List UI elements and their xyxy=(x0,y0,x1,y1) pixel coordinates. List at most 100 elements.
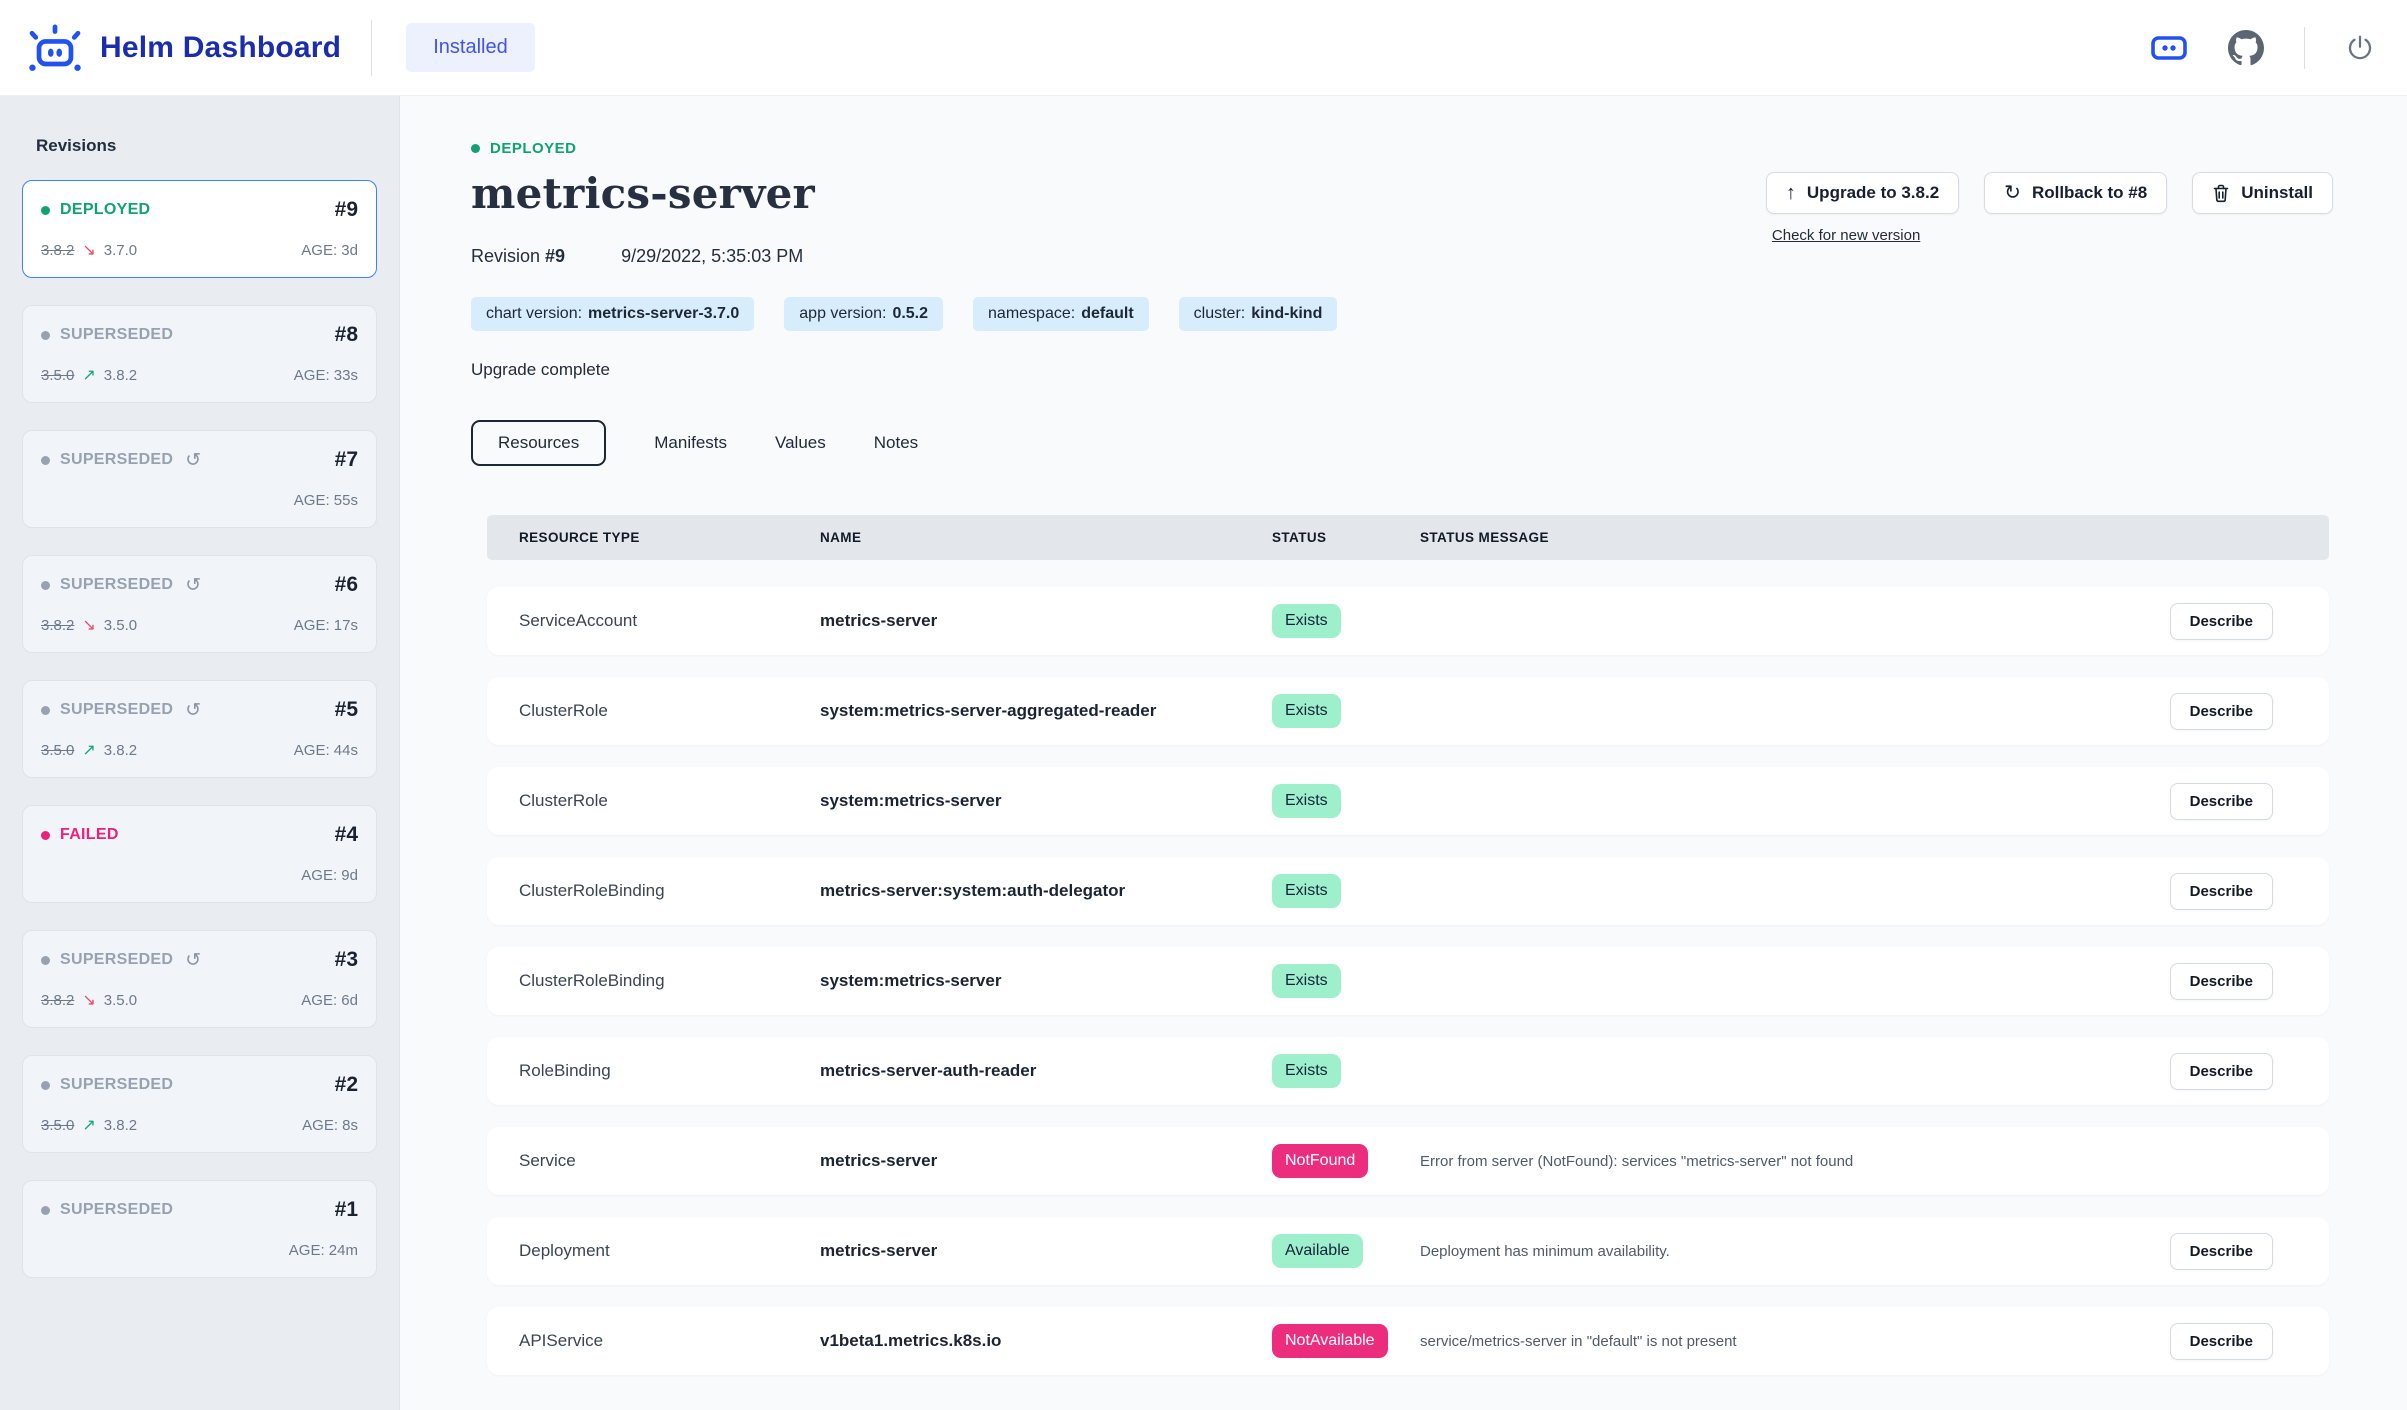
revision-label: Revision #9 xyxy=(471,246,565,267)
chip-value: kind-kind xyxy=(1251,305,1322,322)
old-version: 3.8.2 xyxy=(41,617,74,634)
revision-card-3[interactable]: SUPERSEDED↺#33.8.2↘3.5.0AGE: 6d xyxy=(22,930,377,1028)
revision-card-9[interactable]: DEPLOYED#93.8.2↘3.7.0AGE: 3d xyxy=(22,180,377,278)
revision-age: AGE: 33s xyxy=(294,367,358,384)
upgrade-arrow-icon: ↗ xyxy=(82,1115,95,1135)
describe-button[interactable]: Describe xyxy=(2170,693,2273,730)
status-badge: Exists xyxy=(1272,784,1341,817)
revision-status-label: SUPERSEDED xyxy=(60,326,173,344)
status-cell: Exists xyxy=(1272,604,1420,637)
revision-number: #4 xyxy=(335,823,358,847)
revision-status: FAILED xyxy=(41,826,119,844)
column-header-resource-type: RESOURCE TYPE xyxy=(519,530,820,545)
revision-status-label: DEPLOYED xyxy=(60,201,150,219)
revision-status-label: SUPERSEDED xyxy=(60,951,173,969)
helm-dashboard-robot-logo-icon xyxy=(24,20,86,76)
describe-button[interactable]: Describe xyxy=(2170,1323,2273,1360)
trash-icon xyxy=(2212,183,2230,203)
revisions-list: DEPLOYED#93.8.2↘3.7.0AGE: 3dSUPERSEDED#8… xyxy=(22,180,377,1278)
release-actions: ↑ Upgrade to 3.8.2 ↻ Rollback to #8 Unin… xyxy=(1766,172,2333,244)
resource-name-cell: system:metrics-server xyxy=(820,791,1272,811)
status-cell: Exists xyxy=(1272,1054,1420,1087)
upgrade-button[interactable]: ↑ Upgrade to 3.8.2 xyxy=(1766,172,1959,214)
revision-status-label: FAILED xyxy=(60,826,119,844)
keyboard-shortcuts-icon[interactable] xyxy=(2150,32,2188,64)
revision-card-6[interactable]: SUPERSEDED↺#63.8.2↘3.5.0AGE: 17s xyxy=(22,555,377,653)
describe-button[interactable]: Describe xyxy=(2170,963,2273,1000)
revision-number: #8 xyxy=(335,323,358,347)
new-version: 3.8.2 xyxy=(104,742,137,759)
resource-name-cell: metrics-server:system:auth-delegator xyxy=(820,881,1272,901)
resource-name-cell: system:metrics-server-aggregated-reader xyxy=(820,701,1272,721)
tab-manifests[interactable]: Manifests xyxy=(654,420,727,466)
revision-card-7[interactable]: SUPERSEDED↺#7AGE: 55s xyxy=(22,430,377,528)
meta-chip-namespace: namespace:default xyxy=(973,297,1149,331)
column-header-status-message: STATUS MESSAGE xyxy=(1420,530,2133,545)
status-badge: Available xyxy=(1272,1234,1363,1267)
revision-age: AGE: 9d xyxy=(301,867,358,884)
describe-button[interactable]: Describe xyxy=(2170,783,2273,820)
revision-age: AGE: 44s xyxy=(294,742,358,759)
column-header-name: NAME xyxy=(820,530,1272,545)
revision-card-2[interactable]: SUPERSEDED#23.5.0↗3.8.2AGE: 8s xyxy=(22,1055,377,1153)
revision-status-label: SUPERSEDED xyxy=(60,451,173,469)
status-message-cell: Deployment has minimum availability. xyxy=(1420,1243,2133,1260)
status-badge: Exists xyxy=(1272,964,1341,997)
check-for-new-version-link[interactable]: Check for new version xyxy=(1772,227,1920,244)
describe-button[interactable]: Describe xyxy=(2170,873,2273,910)
version-change: 3.5.0↗3.8.2 xyxy=(41,365,137,385)
revision-status-label: SUPERSEDED xyxy=(60,701,173,719)
reload-icon: ↺ xyxy=(185,574,201,597)
revision-status-dot xyxy=(41,1081,50,1090)
revision-status-dot xyxy=(41,706,50,715)
nav-tab-installed[interactable]: Installed xyxy=(406,23,535,72)
resource-name-cell: metrics-server xyxy=(820,1151,1272,1171)
revision-age: AGE: 17s xyxy=(294,617,358,634)
describe-button[interactable]: Describe xyxy=(2170,1053,2273,1090)
app-title: Helm Dashboard xyxy=(100,31,341,65)
revision-status: SUPERSEDED↺ xyxy=(41,449,201,472)
revision-age: AGE: 8s xyxy=(302,1117,358,1134)
revision-card-5[interactable]: SUPERSEDED↺#53.5.0↗3.8.2AGE: 44s xyxy=(22,680,377,778)
rollback-button[interactable]: ↻ Rollback to #8 xyxy=(1984,172,2167,214)
chip-label: chart version: xyxy=(486,305,582,322)
tab-resources[interactable]: Resources xyxy=(471,420,606,466)
revision-card-8[interactable]: SUPERSEDED #8 3.5.0↗3.8.2 AGE: 33s xyxy=(22,305,377,403)
revision-line: Revision #9 9/29/2022, 5:35:03 PM xyxy=(471,246,2329,267)
status-cell: Exists xyxy=(1272,964,1420,997)
revisions-sidebar: Revisions DEPLOYED#93.8.2↘3.7.0AGE: 3dSU… xyxy=(0,96,400,1410)
uninstall-button[interactable]: Uninstall xyxy=(2192,172,2333,214)
status-message-cell: service/metrics-server in "default" is n… xyxy=(1420,1333,2133,1350)
table-row: ClusterRolesystem:metrics-serverExistsDe… xyxy=(487,767,2329,835)
upgrade-arrow-icon: ↗ xyxy=(82,740,95,760)
power-icon[interactable] xyxy=(2345,33,2375,63)
describe-button[interactable]: Describe xyxy=(2170,1233,2273,1270)
tab-notes[interactable]: Notes xyxy=(874,420,918,466)
revision-status-label: SUPERSEDED xyxy=(60,1076,173,1094)
status-badge: Exists xyxy=(1272,1054,1341,1087)
describe-button[interactable]: Describe xyxy=(2170,603,2273,640)
column-header-status: STATUS xyxy=(1272,530,1420,545)
tab-values[interactable]: Values xyxy=(775,420,826,466)
release-status-line: DEPLOYED xyxy=(471,140,2329,157)
version-change: 3.8.2↘3.5.0 xyxy=(41,990,137,1010)
revision-number: #1 xyxy=(335,1198,358,1222)
resource-type-cell: ClusterRole xyxy=(519,701,820,721)
resource-type-cell: Service xyxy=(519,1151,820,1171)
table-row: APIServicev1beta1.metrics.k8s.ioNotAvail… xyxy=(487,1307,2329,1375)
new-version: 3.8.2 xyxy=(104,1117,137,1134)
revision-status: SUPERSEDED xyxy=(41,1201,173,1219)
github-icon[interactable] xyxy=(2228,30,2264,66)
revision-number: #7 xyxy=(335,448,358,472)
revision-card-4[interactable]: FAILED #4 AGE: 9d xyxy=(22,805,377,903)
table-row: ServiceAccountmetrics-serverExistsDescri… xyxy=(487,587,2329,655)
old-version: 3.5.0 xyxy=(41,742,74,759)
version-change: 3.5.0 ↗ 3.8.2 xyxy=(41,740,137,760)
resource-type-cell: APIService xyxy=(519,1331,820,1351)
chip-label: app version: xyxy=(799,305,886,322)
revision-status: DEPLOYED xyxy=(41,201,150,219)
status-badge: Exists xyxy=(1272,694,1341,727)
revision-card-1[interactable]: SUPERSEDED#1AGE: 24m xyxy=(22,1180,377,1278)
reload-icon: ↺ xyxy=(185,949,201,972)
revision-number: #9 xyxy=(335,198,358,222)
